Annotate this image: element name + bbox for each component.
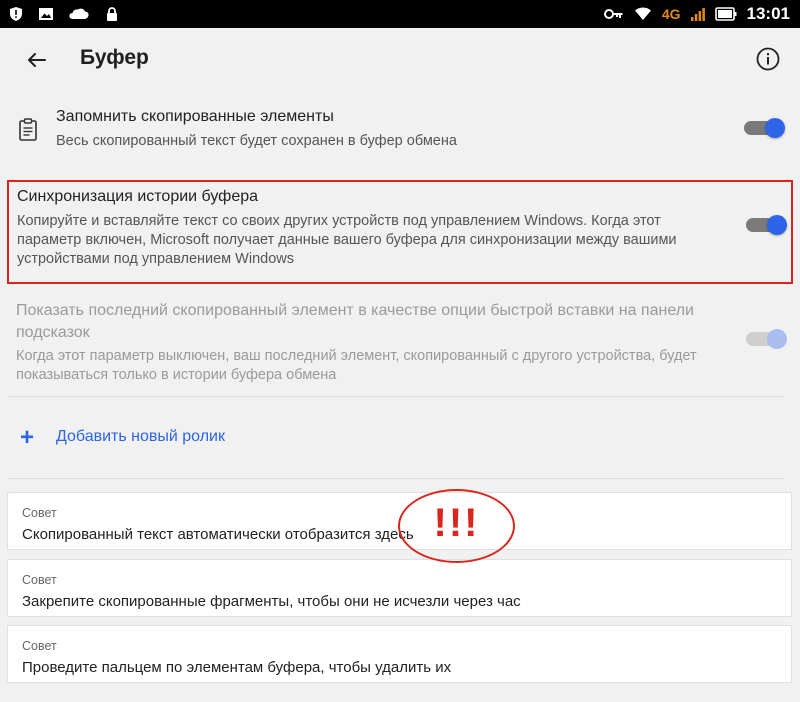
- setting-text: Запомнить скопированные элементы Весь ск…: [56, 108, 706, 151]
- status-left-icons: [8, 4, 120, 24]
- divider: [8, 396, 784, 397]
- remember-toggle[interactable]: [744, 118, 785, 138]
- tip-card: Совет Проведите пальцем по элементам буф…: [7, 625, 792, 683]
- setting-title: Запомнить скопированные элементы: [56, 108, 334, 125]
- setting-text: Показать последний скопированный элемент…: [16, 300, 706, 385]
- setting-title: Показать последний скопированный элемент…: [16, 302, 694, 341]
- status-time: 13:01: [746, 4, 790, 23]
- app-bar: Буфер: [0, 28, 800, 90]
- sync-toggle[interactable]: [746, 215, 787, 235]
- tip-text: Скопированный текст автоматически отобра…: [22, 526, 414, 543]
- setting-title: Синхронизация истории буфера: [17, 188, 259, 205]
- setting-description: Весь скопированный текст будет сохранен …: [56, 133, 457, 149]
- info-icon[interactable]: [755, 46, 781, 72]
- image-icon: [39, 8, 53, 20]
- clipboard-icon: [19, 118, 37, 141]
- setting-sync-history: Синхронизация истории буфера Копируйте и…: [7, 180, 793, 284]
- setting-description: Когда этот параметр выключен, ваш послед…: [16, 348, 697, 383]
- battery-icon: [714, 7, 737, 21]
- tip-text: Проведите пальцем по элементам буфера, ч…: [22, 659, 452, 676]
- tip-heading: Совет: [22, 573, 57, 587]
- wifi-icon: [634, 7, 651, 20]
- annotation-ellipse: !!!: [398, 489, 515, 563]
- tip-heading: Совет: [22, 639, 57, 653]
- plus-icon: +: [20, 424, 35, 451]
- signal-icon: [690, 8, 705, 21]
- network-type-label: 4G: [661, 6, 681, 22]
- cloud-icon: [69, 8, 89, 19]
- tip-heading: Совет: [22, 506, 57, 520]
- toggle-knob: [767, 215, 787, 235]
- key-icon: [603, 9, 623, 19]
- divider: [8, 478, 784, 479]
- add-new-clip-button[interactable]: + Добавить новый ролик: [0, 418, 800, 458]
- setting-remember-copied: Запомнить скопированные элементы Весь ск…: [0, 100, 800, 168]
- annotation-text: !!!: [433, 501, 480, 545]
- tip-card: Совет Закрепите скопированные фрагменты,…: [7, 559, 792, 617]
- arrow-left-icon[interactable]: [22, 46, 50, 74]
- shield-icon: [10, 7, 22, 21]
- show-last-toggle[interactable]: [746, 329, 787, 349]
- toggle-knob: [767, 329, 787, 349]
- page-title: Буфер: [80, 46, 149, 69]
- setting-show-last-copied: Показать последний скопированный элемент…: [0, 298, 800, 384]
- status-right-icons: 4G 13:01: [603, 0, 790, 28]
- toggle-knob: [765, 118, 785, 138]
- setting-text: Синхронизация истории буфера Копируйте и…: [17, 188, 707, 269]
- lock-icon: [107, 7, 117, 21]
- tip-text: Закрепите скопированные фрагменты, чтобы…: [22, 593, 521, 610]
- status-bar: 4G 13:01: [0, 0, 800, 28]
- setting-description: Копируйте и вставляйте текст со своих др…: [17, 213, 677, 267]
- add-new-clip-label: Добавить новый ролик: [56, 428, 225, 445]
